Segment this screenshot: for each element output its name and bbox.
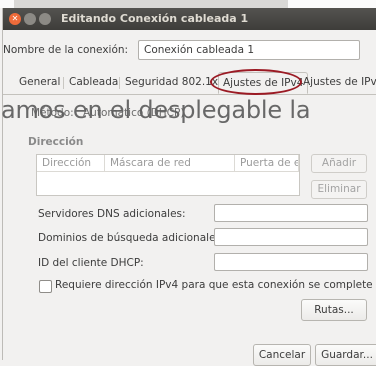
- dns-servers-row: Servidores DNS adicionales:: [38, 204, 368, 224]
- minimize-icon[interactable]: [24, 13, 36, 25]
- dhcp-client-id-label: ID del cliente DHCP:: [38, 257, 144, 269]
- dns-servers-label: Servidores DNS adicionales:: [38, 208, 186, 220]
- background-window-strip: [0, 0, 376, 8]
- tab-wired[interactable]: Cableada: [65, 72, 122, 94]
- video-caption: amos en el desplegable la: [1, 96, 311, 124]
- add-address-button[interactable]: Añadir: [311, 154, 367, 173]
- edit-connection-dialog: ✕ Editando Conexión cableada 1 Nombre de…: [1, 8, 376, 366]
- cancel-button[interactable]: Cancelar: [253, 344, 311, 366]
- dhcp-client-id-input[interactable]: [214, 253, 368, 271]
- search-domains-row: Dominios de búsqueda adicionales:: [38, 228, 368, 248]
- tab-security-8021x[interactable]: Seguridad 802.1x: [121, 72, 222, 94]
- window-title: Editando Conexión cableada 1: [61, 12, 249, 25]
- connection-name-label: Nombre de la conexión:: [3, 44, 129, 56]
- tab-bar: General Cableada Seguridad 802.1x Ajuste…: [3, 68, 376, 95]
- column-header-gateway[interactable]: Puerta de enlace: [235, 155, 299, 172]
- maximize-icon[interactable]: [39, 13, 51, 25]
- connection-name-input[interactable]: Conexión cableada 1: [138, 40, 360, 60]
- title-bar: ✕ Editando Conexión cableada 1: [3, 8, 376, 30]
- address-table[interactable]: Dirección Máscara de red Puerta de enlac…: [36, 154, 300, 196]
- close-icon[interactable]: ✕: [9, 13, 21, 25]
- remove-address-button[interactable]: Eliminar: [311, 180, 367, 199]
- connection-name-row: Nombre de la conexión: Conexión cableada…: [3, 40, 376, 62]
- dhcp-client-id-row: ID del cliente DHCP:: [38, 253, 368, 273]
- tab-separator: [119, 77, 120, 89]
- routes-button[interactable]: Rutas...: [301, 299, 367, 321]
- require-ipv4-checkbox[interactable]: [39, 280, 52, 293]
- save-button[interactable]: Guardar...: [315, 344, 376, 366]
- search-domains-label: Dominios de búsqueda adicionales:: [38, 232, 225, 244]
- require-ipv4-label: Requiere dirección IPv4 para que esta co…: [55, 279, 373, 291]
- background-window-fragment: [0, 0, 14, 8]
- tab-ipv4-settings[interactable]: Ajustes de IPv4: [218, 72, 309, 94]
- column-header-address[interactable]: Dirección: [37, 155, 105, 172]
- address-heading: Dirección: [28, 136, 84, 148]
- column-header-netmask[interactable]: Máscara de red: [105, 155, 235, 172]
- background-window-fragment: [288, 0, 376, 8]
- search-domains-input[interactable]: [214, 228, 368, 246]
- tab-general[interactable]: General: [15, 72, 64, 94]
- tab-separator: [63, 77, 64, 89]
- tab-ipv6-settings[interactable]: Ajustes de IPv6: [299, 72, 376, 94]
- dns-servers-input[interactable]: [214, 204, 368, 222]
